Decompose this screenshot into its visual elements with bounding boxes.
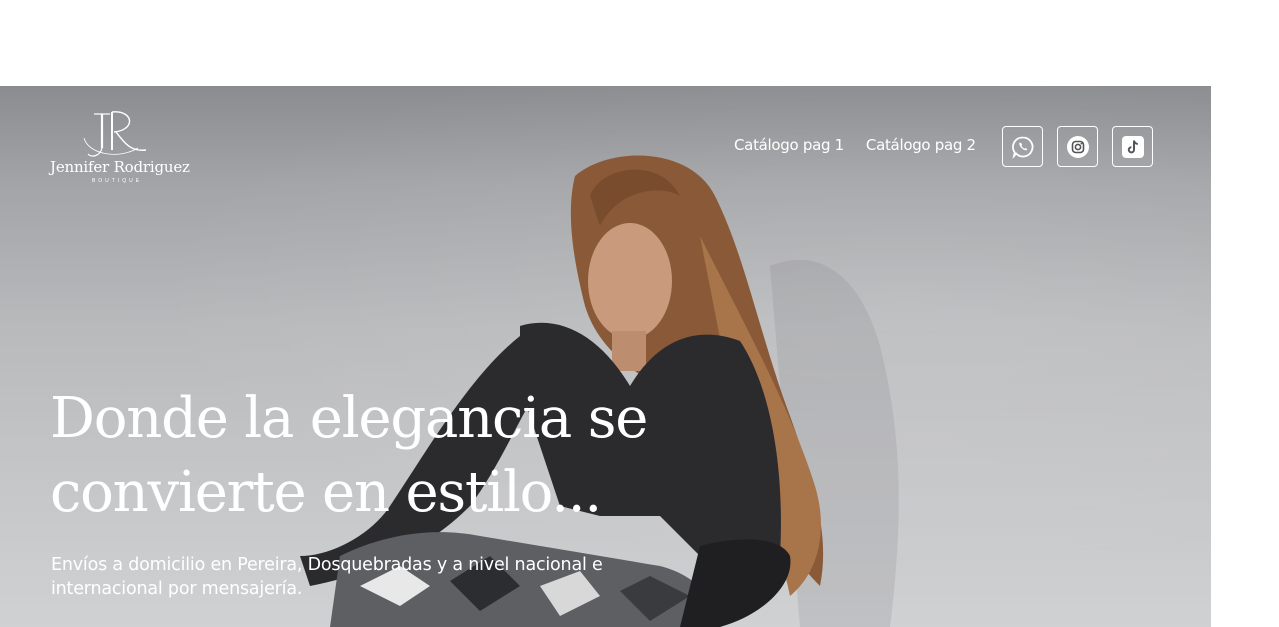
hero-subtitle: Envíos a domicilio en Pereira, Dosquebra… — [51, 553, 691, 601]
tiktok-button[interactable] — [1112, 126, 1153, 167]
whatsapp-button[interactable] — [1002, 126, 1043, 167]
brand-tagline: BOUTIQUE — [91, 178, 143, 184]
brand-name: Jennifer Rodriguez — [50, 158, 190, 176]
hero-banner: Jennifer Rodriguez BOUTIQUE Catálogo pag… — [0, 86, 1211, 627]
main-nav: Catálogo pag 1 Catálogo pag 2 — [734, 136, 976, 154]
nav-link-catalogo-1[interactable]: Catálogo pag 1 — [734, 136, 844, 154]
hero-headline-line-2: convierte en estilo... — [50, 460, 602, 525]
nav-link-catalogo-2[interactable]: Catálogo pag 2 — [866, 136, 976, 154]
tiktok-icon — [1121, 135, 1144, 158]
brand-logo[interactable]: Jennifer Rodriguez BOUTIQUE — [50, 108, 190, 186]
hero-headline-line-1: Donde la elegancia se — [50, 386, 648, 451]
instagram-button[interactable] — [1057, 126, 1098, 167]
instagram-icon — [1066, 135, 1089, 158]
hero-subtitle-line-1: Envíos a domicilio en Pereira, Dosquebra… — [51, 555, 603, 575]
social-links — [1002, 126, 1153, 167]
hero-headline: Donde la elegancia se convierte en estil… — [50, 382, 770, 530]
whatsapp-icon — [1011, 136, 1033, 159]
monogram-logo-icon — [83, 111, 147, 157]
hero-subtitle-line-2: internacional por mensajería. — [51, 579, 303, 599]
